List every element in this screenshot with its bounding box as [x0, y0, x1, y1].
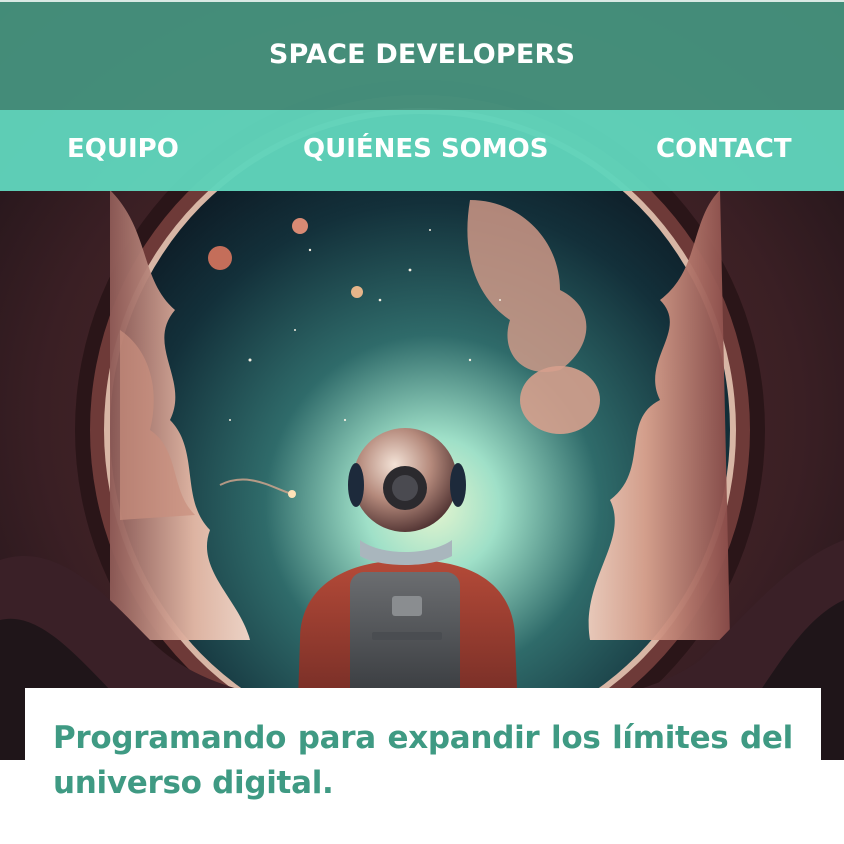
brand-link[interactable]: SPACE DEVELOPERS — [269, 39, 575, 70]
site-header: SPACE DEVELOPERS — [0, 0, 844, 110]
nav-link-contact[interactable]: CONTACT — [656, 110, 792, 191]
nav-link-quienes-somos[interactable]: QUIÉNES SOMOS — [303, 110, 548, 191]
nav-link-equipo[interactable]: EQUIPO — [67, 110, 179, 191]
tagline-card: Programando para expandir los límites de… — [25, 688, 821, 844]
tagline-text: Programando para expandir los límites de… — [53, 720, 793, 801]
main-nav: EQUIPO QUIÉNES SOMOS CONTACT — [0, 110, 844, 191]
page: SPACE DEVELOPERS EQUIPO QUIÉNES SOMOS CO… — [0, 0, 844, 844]
